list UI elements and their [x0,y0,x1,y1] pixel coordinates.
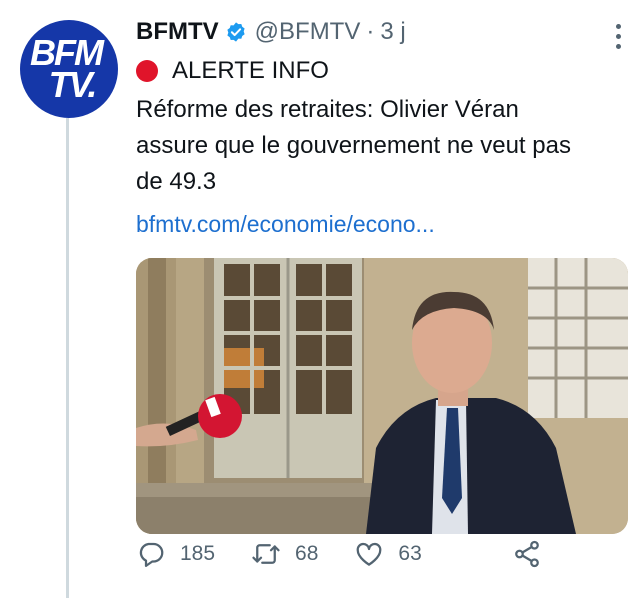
alert-label: ALERTE INFO [172,57,329,84]
tweet-photo[interactable] [136,258,628,534]
reply-icon [139,542,164,567]
meta-separator: · [366,18,375,45]
tweet-text-line: de 49.3 [136,168,217,195]
share-button[interactable] [512,539,556,569]
more-icon[interactable] [616,24,622,49]
retweet-icon [252,544,280,564]
photo-scene [136,258,628,534]
tweet-text-line: Réforme des retraites: Olivier Véran [136,96,519,123]
avatar[interactable]: BFM TV. [20,20,118,118]
thread-line [66,118,69,598]
verified-badge-icon [227,22,245,42]
tweet-text-line: assure que le gouvernement ne veut pas [136,132,571,159]
reply-button[interactable]: 185 [136,539,215,569]
tweet-text: Réforme des retraites: Olivier Véran ass… [136,92,626,200]
share-icon [515,540,539,568]
like-count: 63 [398,542,422,565]
author-name[interactable]: BFMTV [136,18,219,46]
retweet-button[interactable]: 68 [251,539,318,569]
tweet-actions: 185 68 63 [136,534,556,574]
alert-dot-icon [136,60,158,82]
author-handle[interactable]: @BFMTV [255,18,361,46]
like-button[interactable]: 63 [354,539,422,569]
retweet-count: 68 [295,542,319,565]
reply-count: 185 [180,542,216,565]
tweet-timestamp[interactable]: 3 j [380,18,405,46]
like-icon [357,542,382,566]
tweet-content: BFMTV @BFMTV · 3 j ALERTE INFO Réforme d… [136,10,628,534]
tweet-header: BFMTV @BFMTV · 3 j [136,10,626,54]
alert-line: ALERTE INFO [136,54,626,88]
article-link[interactable]: bfmtv.com/economie/econo... [136,206,626,242]
avatar-logo-line2: TV. [48,64,98,105]
